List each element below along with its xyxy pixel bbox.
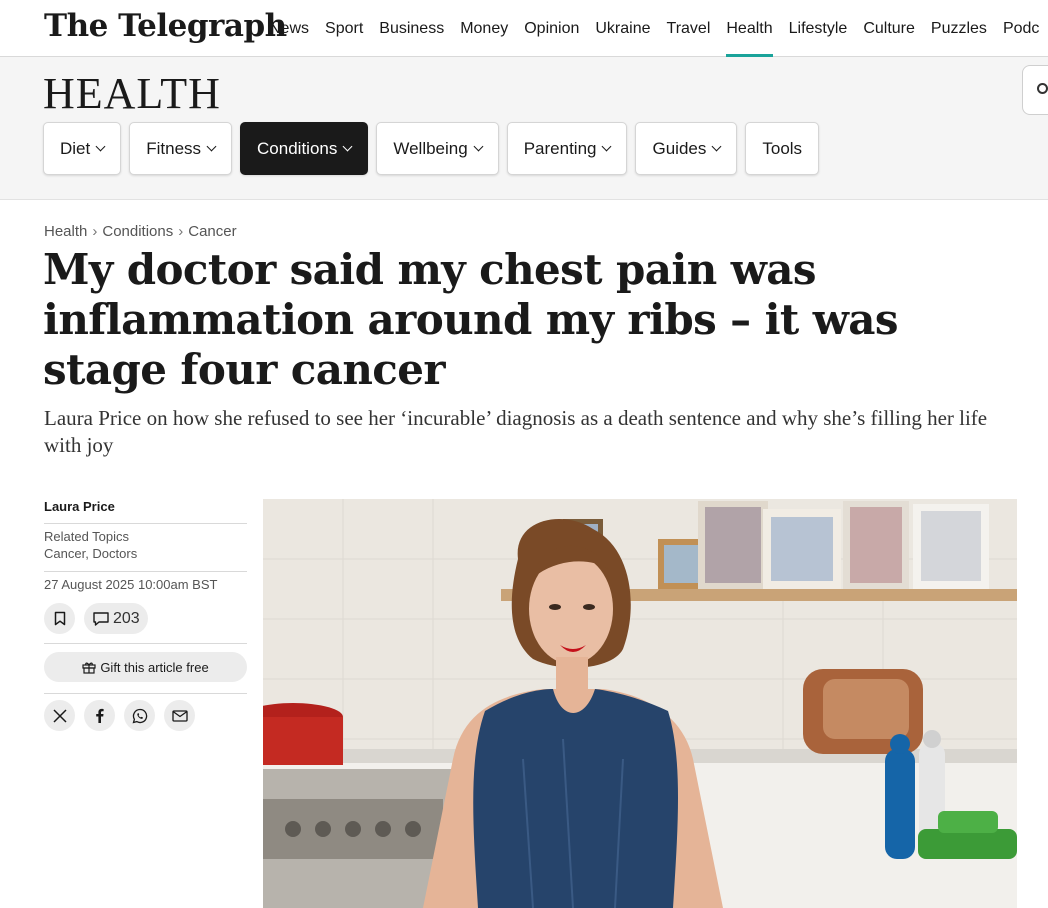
section-header: HEALTH Diet Fitness Conditions Wellbeing…: [0, 57, 1048, 200]
chevron-down-icon: [95, 141, 106, 152]
subnav-tools-label: Tools: [762, 138, 803, 158]
share-facebook-button[interactable]: [84, 700, 115, 731]
search-icon: [1037, 83, 1048, 94]
chevron-down-icon: [602, 141, 612, 152]
subnav-diet[interactable]: Diet: [43, 122, 122, 175]
subnav-wellbeing-label: Wellbeing: [393, 138, 468, 158]
share-whatsapp-button[interactable]: [124, 700, 155, 731]
subnav-guides-label: Guides: [652, 138, 707, 158]
subnav-conditions-label: Conditions: [257, 138, 338, 158]
author-name[interactable]: Laura Price: [44, 496, 247, 524]
related-topics: Related Topics Cancer, Doctors: [44, 524, 247, 572]
article-standfirst: Laura Price on how she refused to see he…: [44, 406, 988, 457]
comment-count: 203: [113, 609, 140, 627]
gift-article-label: Gift this article free: [100, 659, 209, 675]
nav-item-business[interactable]: Business: [379, 0, 444, 57]
email-icon: [171, 709, 188, 722]
breadcrumb: Health › Conditions › Cancer: [44, 223, 237, 240]
subnav-fitness[interactable]: Fitness: [129, 122, 233, 175]
facebook-icon: [96, 708, 104, 723]
share-x-button[interactable]: [44, 700, 75, 731]
nav-item-culture[interactable]: Culture: [863, 0, 915, 57]
main-nav: News Sport Business Money Opinion Ukrain…: [269, 0, 1048, 57]
subnav-parenting-label: Parenting: [523, 138, 597, 158]
share-bar: [44, 700, 247, 731]
comment-icon: [93, 611, 109, 626]
breadcrumb-cancer[interactable]: Cancer: [188, 223, 236, 240]
related-topics-links[interactable]: Cancer, Doctors: [44, 546, 247, 561]
section-title[interactable]: HEALTH: [43, 68, 221, 119]
nav-item-news[interactable]: News: [269, 0, 309, 57]
related-topics-label: Related Topics: [44, 529, 130, 544]
nav-item-travel[interactable]: Travel: [667, 0, 711, 57]
subnav-conditions[interactable]: Conditions: [240, 122, 369, 175]
breadcrumb-conditions[interactable]: Conditions: [102, 223, 173, 240]
whatsapp-icon: [132, 708, 147, 723]
gift-icon: [82, 662, 96, 674]
subnav-guides[interactable]: Guides: [635, 122, 738, 175]
article-actions: 203: [44, 602, 247, 644]
share-email-button[interactable]: [164, 700, 195, 731]
bookmark-icon: [54, 611, 65, 626]
comments-button[interactable]: 203: [84, 603, 148, 634]
hero-photo: [263, 499, 1017, 908]
top-bar: The Telegraph News Sport Business Money …: [0, 0, 1048, 57]
telegraph-logo[interactable]: The Telegraph: [44, 8, 287, 44]
section-subnav: Diet Fitness Conditions Wellbeing Parent…: [43, 122, 827, 175]
nav-item-opinion[interactable]: Opinion: [524, 0, 579, 57]
search-button[interactable]: [1022, 65, 1048, 115]
gift-article-button[interactable]: Gift this article free: [44, 652, 247, 682]
breadcrumb-separator: ›: [92, 223, 98, 240]
nav-item-podcasts[interactable]: Podc: [1003, 0, 1039, 57]
nav-item-sport[interactable]: Sport: [325, 0, 363, 57]
article-meta: Laura Price Related Topics Cancer, Docto…: [44, 496, 247, 731]
breadcrumb-separator: ›: [178, 223, 184, 240]
chevron-down-icon: [206, 141, 217, 152]
publish-date: 27 August 2025 10:00am BST: [44, 577, 218, 592]
subnav-parenting[interactable]: Parenting: [506, 122, 628, 175]
nav-item-health[interactable]: Health: [726, 0, 773, 57]
subnav-wellbeing[interactable]: Wellbeing: [376, 122, 499, 175]
chevron-down-icon: [473, 141, 484, 152]
nav-item-puzzles[interactable]: Puzzles: [931, 0, 987, 57]
article-hero-image: [263, 499, 1017, 908]
chevron-down-icon: [342, 141, 353, 152]
x-icon: [52, 708, 67, 723]
nav-item-lifestyle[interactable]: Lifestyle: [789, 0, 848, 57]
chevron-down-icon: [711, 141, 722, 152]
subnav-fitness-label: Fitness: [146, 138, 202, 158]
bookmark-button[interactable]: [44, 603, 75, 634]
subnav-tools[interactable]: Tools: [745, 122, 820, 175]
article-headline: My doctor said my chest pain was inflamm…: [43, 245, 899, 394]
gift-wrap: Gift this article free: [44, 652, 247, 694]
nav-item-money[interactable]: Money: [460, 0, 508, 57]
nav-item-ukraine[interactable]: Ukraine: [595, 0, 650, 57]
subnav-diet-label: Diet: [60, 138, 91, 158]
breadcrumb-health[interactable]: Health: [44, 223, 87, 240]
